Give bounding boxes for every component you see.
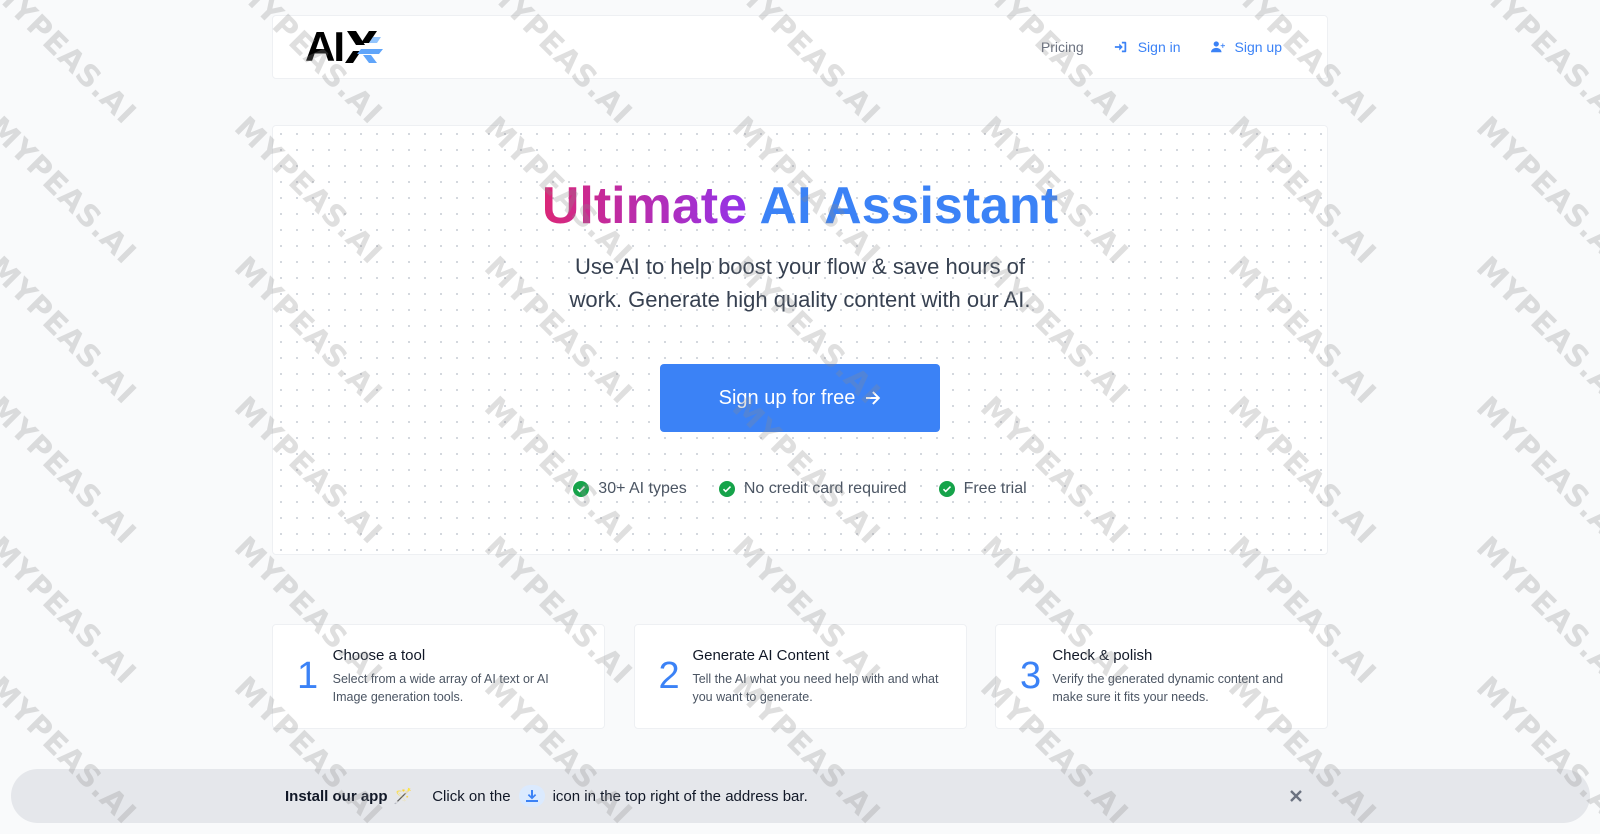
sign-in-icon — [1114, 41, 1126, 53]
hero-title: Ultimate AI Assistant — [273, 176, 1327, 236]
step-number: 2 — [658, 655, 680, 697]
watermark-text: MYPEAS.AI — [0, 110, 143, 272]
sign-up-label: Sign up — [1234, 39, 1282, 55]
step-card: 1 Choose a tool Select from a wide array… — [272, 624, 605, 729]
hero-title-ai-assistant: AI Assistant — [759, 177, 1059, 235]
install-app-banner: Install our app 🪄 Click on the icon in t… — [11, 769, 1590, 823]
hero-subtitle: Use AI to help boost your flow & save ho… — [569, 254, 1031, 312]
logo-mark-icon — [343, 27, 385, 67]
feature-item: No credit card required — [718, 480, 907, 498]
watermark-text: MYPEAS.AI — [1469, 530, 1600, 692]
check-circle-icon — [573, 481, 590, 497]
hero-section: Ultimate AI Assistant Use AI to help boo… — [272, 125, 1328, 555]
top-nav: Pricing Sign in Sign up — [1041, 39, 1282, 55]
magic-wand-icon: 🪄 — [393, 788, 413, 805]
install-text-after: icon in the top right of the address bar… — [552, 787, 808, 805]
feature-item: Free trial — [938, 480, 1027, 498]
site-header: AI Pricing Sign in Sign up — [272, 15, 1328, 79]
watermark-text: MYPEAS.AI — [1469, 0, 1600, 132]
steps-section: 1 Choose a tool Select from a wide array… — [272, 624, 1328, 729]
install-text-before: Click on the — [432, 787, 511, 805]
step-description: Tell the AI what you need help with and … — [692, 672, 939, 704]
arrow-right-icon — [866, 391, 881, 405]
cta-label: Sign up for free — [718, 386, 856, 409]
check-circle-icon — [938, 481, 955, 497]
nav-pricing-link[interactable]: Pricing — [1041, 39, 1084, 55]
close-icon — [1290, 790, 1302, 802]
sign-in-link[interactable]: Sign in — [1114, 39, 1181, 55]
user-plus-icon — [1210, 41, 1225, 53]
step-title: Check & polish — [1052, 647, 1153, 664]
feature-label: Free trial — [963, 480, 1027, 497]
watermark-text: MYPEAS.AI — [0, 0, 143, 132]
feature-label: 30+ AI types — [598, 480, 687, 497]
watermark-text: MYPEAS.AI — [0, 390, 143, 552]
feature-list: 30+ AI types No credit card required Fre… — [273, 480, 1327, 498]
feature-item: 30+ AI types — [573, 480, 687, 498]
watermark-text: MYPEAS.AI — [1469, 250, 1600, 412]
sign-up-link[interactable]: Sign up — [1210, 39, 1282, 55]
logo-text: AI — [305, 23, 345, 70]
install-title: Install our app — [285, 787, 388, 805]
feature-label: No credit card required — [743, 480, 907, 497]
sign-in-label: Sign in — [1137, 39, 1181, 55]
watermark-text: MYPEAS.AI — [1469, 110, 1600, 272]
step-title: Choose a tool — [332, 647, 426, 664]
logo[interactable]: AI — [305, 23, 385, 71]
check-circle-icon — [718, 481, 735, 497]
sign-up-free-button[interactable]: Sign up for free — [660, 364, 940, 432]
step-description: Verify the generated dynamic content and… — [1052, 672, 1284, 704]
watermark-text: MYPEAS.AI — [0, 250, 143, 412]
step-description: Select from a wide array of AI text or A… — [332, 672, 549, 704]
step-number: 3 — [1020, 655, 1042, 697]
hero-title-ultimate: Ultimate — [541, 177, 748, 235]
watermark-text: MYPEAS.AI — [1469, 390, 1600, 552]
step-card: 3 Check & polish Verify the generated dy… — [995, 624, 1328, 729]
step-title: Generate AI Content — [692, 647, 830, 664]
close-banner-button[interactable] — [1284, 784, 1308, 808]
step-card: 2 Generate AI Content Tell the AI what y… — [633, 624, 967, 729]
step-number: 1 — [297, 655, 319, 697]
download-icon — [518, 785, 545, 807]
watermark-text: MYPEAS.AI — [0, 530, 143, 692]
